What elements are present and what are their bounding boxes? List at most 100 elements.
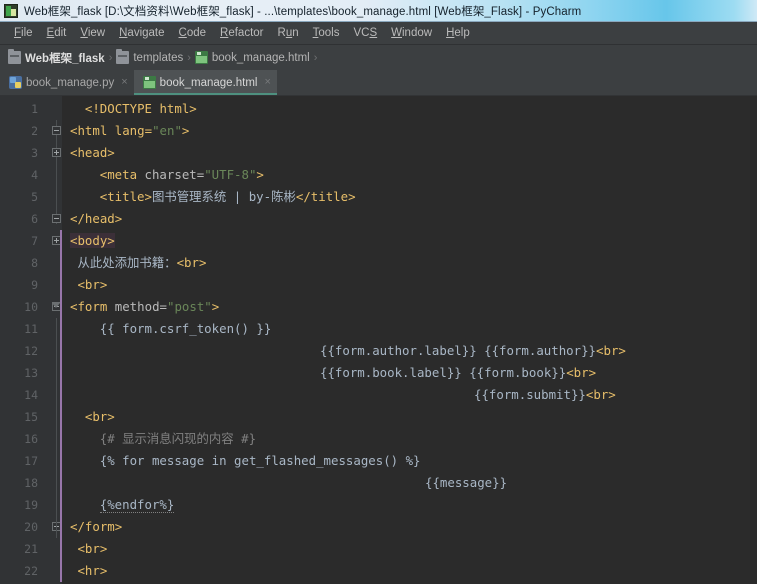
menu-item-refactor[interactable]: Refactor xyxy=(213,25,270,41)
code-token: "UTF-8" xyxy=(204,167,257,182)
fold-arrow-form[interactable] xyxy=(52,303,60,308)
code-line[interactable]: <html lang="en"> xyxy=(70,120,189,142)
code-token: {% for message in get_flashed_messages()… xyxy=(99,453,421,468)
code-line[interactable]: <!DOCTYPE html> xyxy=(85,98,197,120)
line-number: 5 xyxy=(31,190,38,204)
breadcrumb-separator: › xyxy=(313,51,318,64)
menu-item-window[interactable]: Window xyxy=(384,25,439,41)
tab-close-icon[interactable]: × xyxy=(264,77,270,88)
breadcrumb-separator: › xyxy=(187,51,191,64)
line-number: 13 xyxy=(24,366,38,380)
code-token: {# 显示消息闪现的内容 #} xyxy=(99,431,257,446)
tab-close-icon[interactable]: × xyxy=(121,77,127,88)
window-titlebar: Web框架_flask [D:\文档资料\Web框架_flask] - ...\… xyxy=(0,0,757,22)
code-line[interactable]: {# 显示消息闪现的内容 #} xyxy=(100,428,256,450)
code-token: <br> xyxy=(566,365,597,380)
code-line[interactable]: <br> xyxy=(85,406,115,428)
code-token: > xyxy=(181,123,190,138)
code-token: <body> xyxy=(70,233,115,248)
menu-item-file[interactable]: File xyxy=(7,25,40,41)
code-line[interactable]: <meta charset="UTF-8"> xyxy=(100,164,264,186)
code-token: </form> xyxy=(70,519,123,534)
breadcrumb-item-2[interactable]: book_manage.html xyxy=(194,51,310,64)
menu-item-tools[interactable]: Tools xyxy=(306,25,347,41)
vcs-change-bar[interactable] xyxy=(60,230,62,582)
tab-book_manage-html[interactable]: book_manage.html × xyxy=(133,70,278,95)
menu-item-help[interactable]: Help xyxy=(439,25,477,41)
line-number: 8 xyxy=(31,256,38,270)
code-token: <br> xyxy=(77,277,108,292)
code-token: {{form.book}} xyxy=(469,365,567,380)
breadcrumb-item-1[interactable]: templates xyxy=(116,49,184,64)
line-number: 22 xyxy=(24,564,38,578)
code-token: {{form.book.label}} xyxy=(320,365,462,380)
code-line[interactable]: <form method="post"> xyxy=(70,296,219,318)
code-line[interactable]: <br> xyxy=(77,274,107,296)
folder-icon xyxy=(116,49,130,64)
python-file-icon xyxy=(9,76,22,89)
code-token: </head> xyxy=(70,211,123,226)
tab-label: book_manage.py xyxy=(26,76,115,89)
code-line[interactable]: </head> xyxy=(70,208,122,230)
code-line[interactable]: <title>图书管理系统 | by-陈彬</title> xyxy=(100,186,356,208)
code-token: > xyxy=(256,167,264,182)
code-token: <title> xyxy=(99,189,152,204)
breadcrumb-separator: › xyxy=(108,51,113,64)
breadcrumb-item-label: book_manage.html xyxy=(211,51,310,64)
menu-item-navigate[interactable]: Navigate xyxy=(112,25,171,41)
code-token: <br> xyxy=(176,255,207,270)
tab-book_manage-py[interactable]: book_manage.py × xyxy=(0,70,134,95)
code-line[interactable]: </form> xyxy=(70,516,122,538)
menu-item-view[interactable]: View xyxy=(73,25,112,41)
code-token: <br> xyxy=(585,387,616,402)
breadcrumb: Web框架_flask › templates › book_manage.html › xyxy=(0,45,757,70)
code-line[interactable]: 从此处添加书籍：<br> xyxy=(77,252,206,274)
code-token: <head> xyxy=(70,145,115,160)
code-token: charset= xyxy=(144,167,205,182)
code-token: <html lang= xyxy=(70,123,153,138)
line-number: 1 xyxy=(31,102,38,116)
menu-item-run[interactable]: Run xyxy=(271,25,306,41)
line-number: 2 xyxy=(31,124,38,138)
menu-item-code[interactable]: Code xyxy=(172,25,214,41)
line-number: 6 xyxy=(31,212,38,226)
menu-item-edit[interactable]: Edit xyxy=(40,25,74,41)
breadcrumb-item-label: templates xyxy=(133,51,184,64)
code-line[interactable]: <head> xyxy=(70,142,115,164)
code-line[interactable]: <hr> xyxy=(77,560,107,582)
code-token: {{form.author.label}} xyxy=(320,343,477,358)
code-content[interactable]: <!DOCTYPE html> <html lang="en"> <head> <me… xyxy=(62,96,757,584)
code-line[interactable]: <body> xyxy=(70,230,115,252)
menu-item-vcs[interactable]: VCS xyxy=(346,25,384,41)
line-number: 12 xyxy=(24,344,38,358)
code-token: </title> xyxy=(295,189,356,204)
breadcrumb-item-0[interactable]: Web框架_flask xyxy=(8,49,105,66)
code-line-continuation[interactable]: {{message}} xyxy=(425,472,507,494)
code-line[interactable]: {% for message in get_flashed_messages()… xyxy=(100,450,421,472)
editor-tab-bar: book_manage.py × book_manage.html × xyxy=(0,70,757,96)
window-title: Web框架_flask [D:\文档资料\Web框架_flask] - ...\… xyxy=(24,5,582,18)
code-token: {{message}} xyxy=(425,475,508,490)
code-token: <hr> xyxy=(77,563,108,578)
fold-marker-head[interactable] xyxy=(52,148,61,157)
code-line-continuation[interactable]: {{form.book.label}} {{form.book}}<br> xyxy=(320,362,596,384)
line-number: 3 xyxy=(31,146,38,160)
folder-icon xyxy=(8,49,21,64)
fold-marker-head-end[interactable] xyxy=(52,214,61,223)
code-token: 图书管理系统 | by-陈彬 xyxy=(151,189,296,204)
code-line-continuation[interactable]: {{form.submit}}<br> xyxy=(474,384,616,406)
code-line-continuation[interactable]: {{form.author.label}} {{form.author}}<br… xyxy=(320,340,626,362)
code-token: {{form.submit}} xyxy=(474,387,586,402)
fold-marker-html[interactable] xyxy=(52,126,61,135)
fold-region-line-html xyxy=(56,120,57,224)
code-line[interactable]: <br> xyxy=(77,538,107,560)
fold-region-line-form xyxy=(56,318,57,538)
code-token: method= xyxy=(114,299,167,314)
code-line[interactable]: {{ form.csrf_token() }} xyxy=(100,318,272,340)
code-token: <br> xyxy=(84,409,115,424)
code-line[interactable]: {%endfor%} xyxy=(99,494,175,516)
code-editor[interactable]: 1 2 3 4 5 6 7 8 9 10 11 12 13 14 15 16 17 18 19 20 21 22 <!DO… xyxy=(0,96,757,584)
code-token: "post" xyxy=(166,299,212,314)
line-number: 11 xyxy=(24,322,38,336)
